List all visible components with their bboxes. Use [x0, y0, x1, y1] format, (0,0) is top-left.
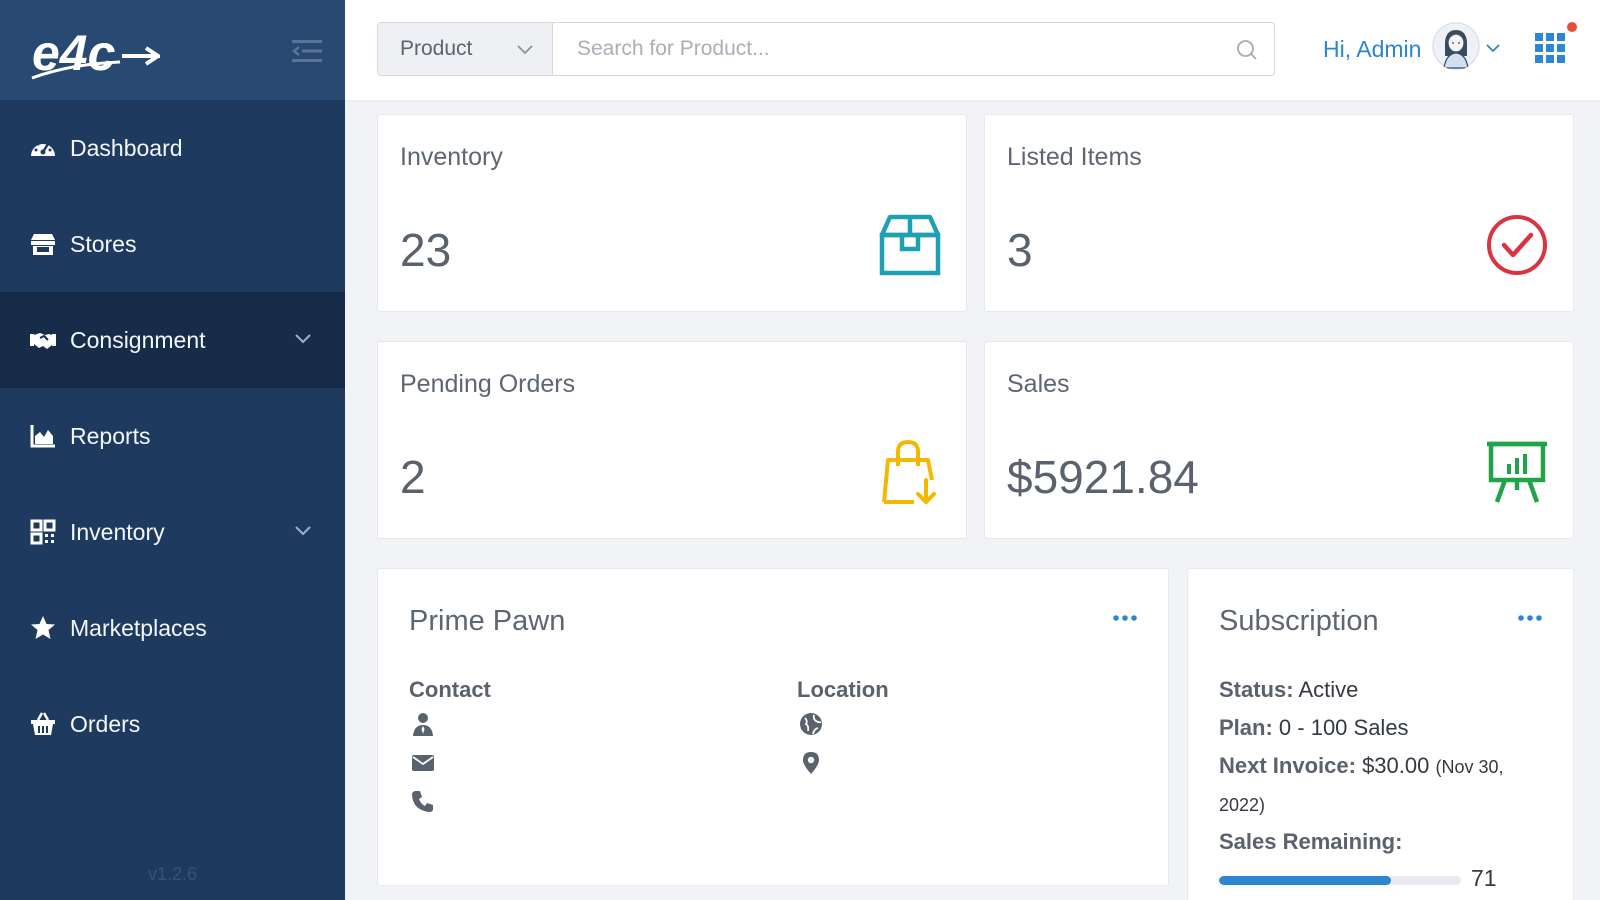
- user-greeting[interactable]: Hi, Admin: [1323, 36, 1421, 63]
- notification-dot: [1567, 22, 1577, 32]
- basket-icon: [28, 709, 58, 739]
- card-value: 3: [1007, 224, 1033, 276]
- plan-line: Plan: 0 - 100 Sales: [1219, 715, 1409, 741]
- sales-remaining-progress: [1219, 876, 1461, 885]
- sales-card: Sales $5921.84: [984, 341, 1574, 539]
- chevron-down-icon: [517, 45, 533, 55]
- envelope-icon: [412, 755, 434, 771]
- topbar: Product Hi, Admin: [345, 0, 1600, 100]
- sidebar-item-label: Reports: [70, 422, 151, 449]
- sales-remaining-value: 71: [1471, 865, 1497, 891]
- store-icon: [28, 229, 58, 259]
- status-line: Status: Active: [1219, 677, 1358, 703]
- inventory-card: Inventory 23: [377, 114, 967, 312]
- menu-collapse-icon[interactable]: [292, 38, 322, 64]
- search-type-value: Product: [400, 37, 473, 60]
- version-label: v1.2.6: [147, 864, 198, 884]
- sales-remaining-line: Sales Remaining:: [1219, 829, 1402, 855]
- subscription-panel: Subscription Status: Active Plan: 0 - 10…: [1187, 568, 1574, 900]
- sidebar-item-label: Orders: [70, 710, 141, 737]
- sidebar-item-marketplaces[interactable]: Marketplaces: [0, 580, 345, 676]
- invoice-date-continued: 2022): [1219, 795, 1266, 815]
- sidebar-item-consignment[interactable]: Consignment: [0, 292, 345, 388]
- invoice-line: Next Invoice: $30.00 (Nov 30,: [1219, 753, 1504, 779]
- check-circle-icon: [1487, 215, 1547, 275]
- sidebar-item-reports[interactable]: Reports: [0, 388, 345, 484]
- sidebar-item-stores[interactable]: Stores: [0, 196, 345, 292]
- card-value: $5921.84: [1007, 451, 1199, 503]
- apps-grid-icon[interactable]: [1535, 33, 1565, 63]
- chevron-down-icon[interactable]: [293, 328, 313, 348]
- phone-icon: [412, 791, 433, 812]
- sidebar-item-dashboard[interactable]: Dashboard: [0, 100, 345, 196]
- card-value: 23: [400, 224, 452, 276]
- card-title: Sales: [1007, 370, 1070, 398]
- progress-fill: [1219, 876, 1391, 885]
- invoice-label: Next Invoice:: [1219, 753, 1356, 778]
- star-icon: [28, 613, 58, 643]
- sidebar-item-label: Dashboard: [70, 134, 183, 161]
- sidebar-item-inventory[interactable]: Inventory: [0, 484, 345, 580]
- search-bar: Product: [377, 22, 1275, 76]
- presentation-chart-icon: [1487, 441, 1547, 503]
- shopping-bag-download-icon: [882, 440, 936, 504]
- sales-remaining-label: Sales Remaining:: [1219, 829, 1403, 854]
- location-heading: Location: [797, 677, 889, 702]
- box-icon: [879, 214, 941, 276]
- sidebar-item-orders[interactable]: Orders: [0, 676, 345, 772]
- search-icon[interactable]: [1236, 39, 1258, 61]
- map-marker-icon: [803, 752, 819, 774]
- card-value: 2: [400, 451, 426, 503]
- more-options-icon[interactable]: [1112, 611, 1138, 625]
- sidebar-item-label: Stores: [70, 230, 137, 257]
- chevron-down-icon[interactable]: [1485, 40, 1501, 56]
- user-avatar-icon: [1432, 22, 1480, 70]
- sidebar-item-label: Inventory: [70, 518, 165, 545]
- more-options-icon[interactable]: [1517, 611, 1543, 625]
- subscription-title: Subscription: [1219, 605, 1379, 637]
- card-title: Inventory: [400, 143, 503, 171]
- brand-bar: e4c: [0, 0, 345, 100]
- pending-orders-card: Pending Orders 2: [377, 341, 967, 539]
- avatar[interactable]: [1432, 22, 1480, 70]
- invoice-value: $30.00: [1362, 753, 1430, 778]
- card-title: Pending Orders: [400, 370, 576, 398]
- chevron-down-icon[interactable]: [293, 520, 313, 540]
- handshake-icon: [28, 325, 58, 355]
- search-type-select[interactable]: Product: [378, 23, 553, 75]
- invoice-date: (Nov 30,: [1435, 757, 1504, 777]
- user-tie-icon: [413, 713, 433, 736]
- qr-code-icon: [28, 517, 58, 547]
- speedometer-icon: [28, 133, 58, 163]
- globe-icon: [800, 713, 822, 735]
- store-title: Prime Pawn: [409, 605, 566, 637]
- card-title: Listed Items: [1007, 143, 1142, 171]
- logo[interactable]: e4c: [30, 18, 160, 84]
- sidebar-item-label: Consignment: [70, 326, 206, 353]
- contact-heading: Contact: [409, 677, 491, 702]
- store-panel: Prime Pawn Contact Location: [377, 568, 1169, 886]
- plan-value: 0 - 100 Sales: [1278, 715, 1409, 740]
- search-input[interactable]: [553, 23, 1274, 75]
- status-value: Active: [1298, 677, 1359, 702]
- sidebar: e4c Dashboard Stores Consignment Reports…: [0, 0, 345, 900]
- status-label: Status:: [1219, 677, 1294, 702]
- listed-items-card: Listed Items 3: [984, 114, 1574, 312]
- area-chart-icon: [28, 421, 58, 451]
- sidebar-item-label: Marketplaces: [70, 614, 207, 641]
- plan-label: Plan:: [1219, 715, 1273, 740]
